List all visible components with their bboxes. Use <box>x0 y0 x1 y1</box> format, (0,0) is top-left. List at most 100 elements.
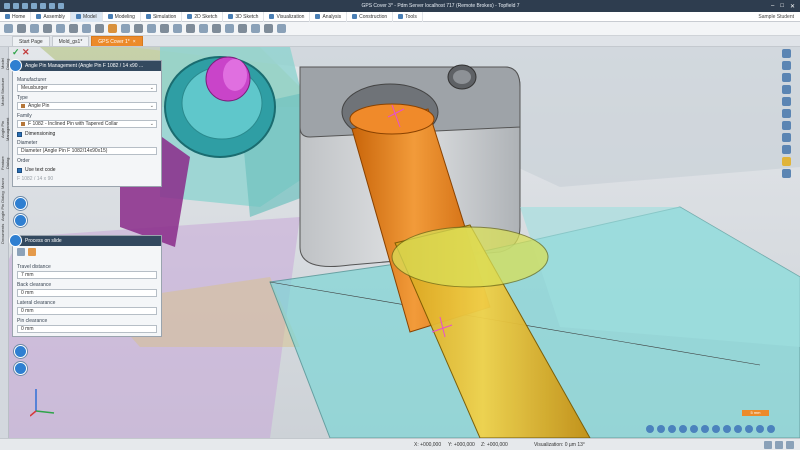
tab-3d-sketch[interactable]: 3D Sketch <box>223 11 265 22</box>
tab-analysis[interactable]: Analysis <box>310 11 348 22</box>
tab-model[interactable]: Model <box>71 11 103 22</box>
rotate-tool-icon[interactable] <box>56 24 65 33</box>
slide-apply-button[interactable] <box>14 345 27 358</box>
tab-2d-sketch[interactable]: 2D Sketch <box>182 11 224 22</box>
panel-header: Angle Pin Management (Angle Pin F 1082 /… <box>9 59 161 72</box>
units-icon[interactable] <box>786 440 794 449</box>
view-home-icon[interactable] <box>646 425 654 433</box>
pin-preview-button[interactable] <box>14 197 27 210</box>
print-icon[interactable] <box>40 3 46 9</box>
view-settings-icon[interactable] <box>767 425 775 433</box>
cut-tool-icon[interactable] <box>82 24 91 33</box>
user-name[interactable]: Sample Student <box>758 14 800 20</box>
view-display-icon[interactable] <box>734 425 742 433</box>
type-select[interactable]: Angle Pin ⌄ <box>17 102 157 110</box>
mirror-tool-icon[interactable] <box>43 24 52 33</box>
snap-toggle-icon[interactable] <box>775 440 783 449</box>
view-camera-icon[interactable] <box>723 425 731 433</box>
grid-toggle-icon[interactable] <box>764 440 772 449</box>
view-walk-icon[interactable] <box>690 425 698 433</box>
tab-simulation[interactable]: Simulation <box>141 11 183 22</box>
close-button[interactable]: ✕ <box>790 3 795 10</box>
front-view-icon[interactable] <box>782 109 791 118</box>
zoom-in-icon[interactable] <box>782 61 791 70</box>
shading-icon[interactable] <box>782 157 791 166</box>
view-zoom-icon[interactable] <box>701 425 709 433</box>
view-more-icon[interactable] <box>745 425 753 433</box>
slide-process-icon[interactable] <box>28 248 36 256</box>
tab-home[interactable]: Home <box>0 11 32 22</box>
core-tool-icon[interactable] <box>173 24 182 33</box>
redo-icon[interactable] <box>58 3 64 9</box>
ok-checkmark-icon[interactable]: ✓ <box>12 48 20 57</box>
parting-tool-icon[interactable] <box>225 24 234 33</box>
runner-tool-icon[interactable] <box>212 24 221 33</box>
move-tool-icon[interactable] <box>17 24 26 33</box>
rotate-view-icon[interactable] <box>782 97 791 106</box>
angle-pin-tool-icon[interactable] <box>108 24 117 33</box>
gate-tool-icon[interactable] <box>199 24 208 33</box>
top-view-icon[interactable] <box>782 121 791 130</box>
pin-clearance-input[interactable]: 0 mm <box>17 325 157 333</box>
cancel-x-icon[interactable]: ✕ <box>22 48 30 57</box>
travel-input[interactable]: 7 mm <box>17 271 157 279</box>
side-tab-feature-dialog[interactable]: Feature Dialog <box>0 151 10 175</box>
view-options-icon[interactable] <box>756 425 764 433</box>
tab-assembly[interactable]: Assembly <box>31 11 72 22</box>
zoom-fit-icon[interactable] <box>782 49 791 58</box>
view-light-icon[interactable] <box>712 425 720 433</box>
side-tab-model-dialog[interactable]: Model Dialog <box>0 53 10 75</box>
back-clearance-input[interactable]: 0 mm <box>17 289 157 297</box>
pattern-tool-icon[interactable] <box>69 24 78 33</box>
family-select[interactable]: F 1082 - Inclined Pin with Tapered Colla… <box>17 120 157 128</box>
tab-visualization[interactable]: Visualization <box>264 11 311 22</box>
doc-tab-start-page[interactable]: Start Page <box>12 36 50 46</box>
close-tab-icon[interactable]: × <box>133 39 136 45</box>
analysis-tool-icon[interactable] <box>264 24 273 33</box>
manufacturer-select[interactable]: Meusburger ⌄ <box>17 84 157 92</box>
lateral-clearance-input[interactable]: 0 mm <box>17 307 157 315</box>
doc-tab-gps-cover[interactable]: GPS Cover 1* × <box>91 36 143 46</box>
side-tab-angle-pin[interactable]: Angle Pin Management <box>0 109 10 149</box>
side-tab-model-structure[interactable]: Model Structure <box>0 77 9 107</box>
extrude-tool-icon[interactable] <box>95 24 104 33</box>
side-tab-documents[interactable]: Documents <box>0 223 9 245</box>
save-icon[interactable] <box>31 3 37 9</box>
tab-construction[interactable]: Construction <box>347 11 394 22</box>
standard-parts-icon[interactable] <box>238 24 247 33</box>
insert-tool-icon[interactable] <box>160 24 169 33</box>
app-logo-icon[interactable] <box>4 3 10 9</box>
open-file-icon[interactable] <box>22 3 28 9</box>
side-tab-angle-pin-dialog[interactable]: Angle Pin Dialog <box>0 191 9 221</box>
section-view-icon[interactable] <box>782 169 791 178</box>
doc-tab-mold[interactable]: Mold_gs1* <box>51 36 90 46</box>
slide-tool-icon[interactable] <box>121 24 130 33</box>
cavity-tool-icon[interactable] <box>186 24 195 33</box>
view-forward-icon[interactable] <box>668 425 676 433</box>
minimize-button[interactable]: – <box>771 3 774 10</box>
cooling-tool-icon[interactable] <box>147 24 156 33</box>
side-tab-macro[interactable]: Macro <box>0 177 9 189</box>
zoom-out-icon[interactable] <box>782 73 791 82</box>
pan-icon[interactable] <box>782 85 791 94</box>
new-file-icon[interactable] <box>13 3 19 9</box>
diameter-field[interactable]: Diameter (Angle Pin F 1082/14x90x15) <box>17 147 157 155</box>
use-text-code-checkbox[interactable]: Use text code <box>17 167 157 173</box>
measure-tool-icon[interactable] <box>251 24 260 33</box>
copy-tool-icon[interactable] <box>30 24 39 33</box>
pin-edit-button[interactable] <box>14 214 27 227</box>
undo-icon[interactable] <box>49 3 55 9</box>
tab-modeling[interactable]: Modeling <box>103 11 141 22</box>
settings-tool-icon[interactable] <box>277 24 286 33</box>
dimensioning-checkbox[interactable]: Dimensioning <box>17 131 157 137</box>
tab-tools[interactable]: Tools <box>393 11 423 22</box>
iso-view-icon[interactable] <box>782 145 791 154</box>
select-tool-icon[interactable] <box>4 24 13 33</box>
slide-settings-button[interactable] <box>14 362 27 375</box>
maximize-button[interactable]: □ <box>780 3 784 10</box>
slide-select-icon[interactable] <box>17 248 25 256</box>
ejector-tool-icon[interactable] <box>134 24 143 33</box>
view-back-icon[interactable] <box>657 425 665 433</box>
side-view-icon[interactable] <box>782 133 791 142</box>
view-orbit-icon[interactable] <box>679 425 687 433</box>
